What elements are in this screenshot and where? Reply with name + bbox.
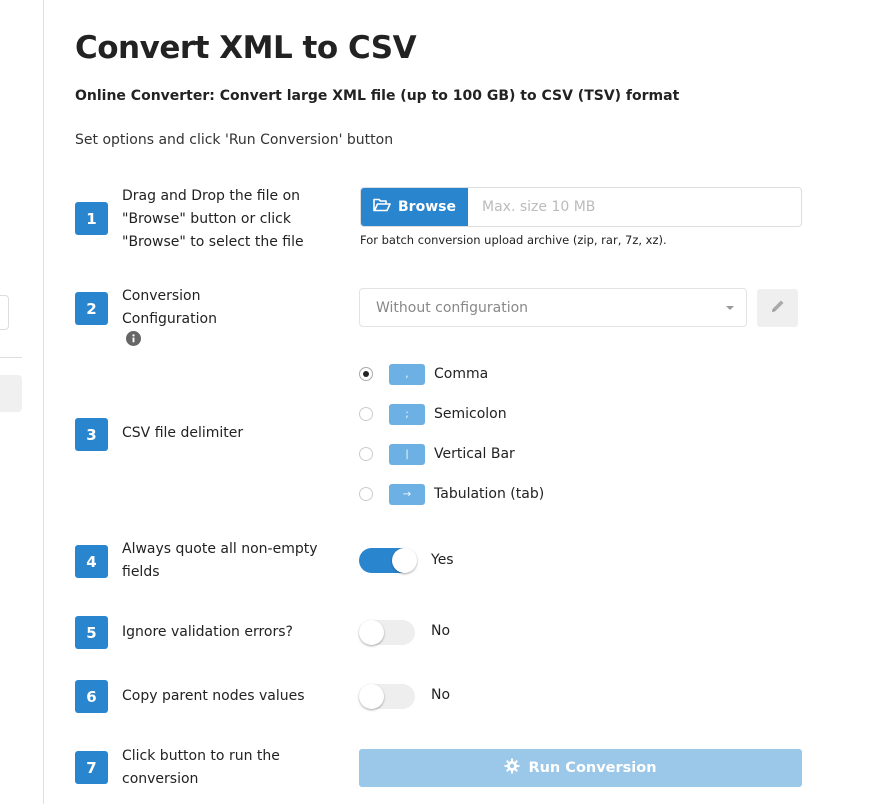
copy-parent-toggle[interactable] (359, 684, 415, 709)
delimiter-label: Vertical Bar (434, 446, 515, 462)
step-label-5: Ignore validation errors? (122, 624, 293, 640)
toggle-knob (359, 620, 384, 645)
delimiter-label: Comma (434, 366, 489, 382)
ignore-errors-value: No (431, 623, 451, 639)
delimiter-label: Semicolon (434, 406, 507, 422)
step-number-2: 2 (75, 292, 108, 325)
quote-all-toggle[interactable] (359, 548, 417, 573)
delimiter-option-tab[interactable]: → Tabulation (tab) (359, 483, 544, 505)
browse-button[interactable]: Browse (361, 188, 468, 226)
step-number-6: 6 (75, 680, 108, 713)
edit-configuration-button[interactable] (757, 289, 798, 327)
delimiter-badge: | (389, 443, 425, 465)
step-number-1: 1 (75, 202, 108, 235)
left-sidebar (0, 0, 44, 804)
radio-vertical-bar[interactable] (359, 447, 373, 461)
browse-label: Browse (398, 199, 456, 215)
instructions: Set options and click 'Run Conversion' b… (75, 132, 394, 148)
toggle-knob (359, 684, 384, 709)
step-label-2: Conversion Configuration (122, 285, 232, 355)
run-conversion-label: Run Conversion (528, 760, 657, 776)
quote-all-value: Yes (431, 552, 454, 568)
step-label-6: Copy parent nodes values (122, 688, 305, 704)
step-number-3: 3 (75, 418, 108, 451)
delimiter-label: Tabulation (tab) (434, 486, 545, 502)
step-label-1: Drag and Drop the file on "Browse" butto… (122, 188, 304, 250)
radio-tab[interactable] (359, 487, 373, 501)
delimiter-badge: → (389, 483, 425, 505)
file-path-input[interactable] (468, 188, 801, 226)
step-number-5: 5 (75, 616, 108, 649)
radio-dot (363, 371, 369, 377)
configuration-selected: Without configuration (376, 299, 529, 316)
radio-semicolon[interactable] (359, 407, 373, 421)
step-number-4: 4 (75, 545, 108, 578)
sidebar-divider (0, 357, 22, 358)
configuration-select[interactable]: Without configuration (359, 288, 747, 327)
delimiter-option-vertical-bar[interactable]: | Vertical Bar (359, 443, 515, 465)
step-label-2-text: Conversion Configuration (122, 288, 217, 327)
page-subtitle: Online Converter: Convert large XML file… (75, 88, 680, 104)
chevron-down-icon (726, 306, 734, 310)
page-title: Convert XML to CSV (75, 30, 417, 66)
upload-help-text: For batch conversion upload archive (zip… (360, 233, 667, 247)
sidebar-button[interactable] (0, 375, 22, 412)
delimiter-badge: ; (389, 403, 425, 425)
delimiter-badge: , (389, 363, 425, 385)
info-circle-icon[interactable] (126, 331, 141, 354)
step-number-7: 7 (75, 751, 108, 784)
delimiter-option-comma[interactable]: , Comma (359, 363, 488, 385)
delimiter-option-semicolon[interactable]: ; Semicolon (359, 403, 507, 425)
file-upload-group: Browse (360, 187, 802, 227)
step-label-3: CSV file delimiter (122, 425, 244, 441)
step-label-4: Always quote all non-empty fields (122, 541, 318, 580)
radio-comma[interactable] (359, 367, 373, 381)
gear-icon (504, 758, 520, 778)
toggle-knob (392, 548, 417, 573)
sidebar-input[interactable] (0, 295, 9, 330)
ignore-errors-toggle[interactable] (359, 620, 415, 645)
folder-open-icon (373, 198, 391, 216)
pencil-icon (770, 298, 786, 318)
step-label-7: Click button to run the conversion (122, 748, 280, 787)
run-conversion-button[interactable]: Run Conversion (359, 749, 802, 787)
copy-parent-value: No (431, 687, 451, 703)
